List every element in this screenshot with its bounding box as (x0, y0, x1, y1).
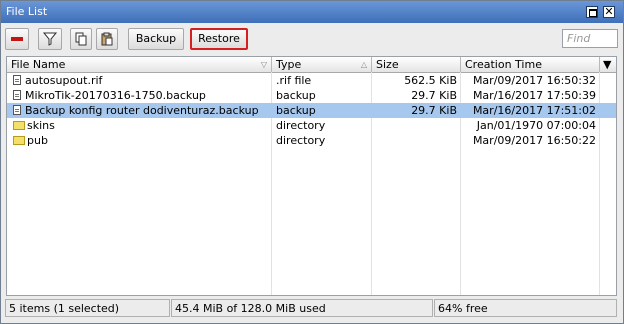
table-row-selected[interactable]: Backup konfig router dodiventuraz.backup… (7, 103, 616, 118)
table-row[interactable]: MikroTik-20170316-1750.backup backup 29.… (7, 88, 616, 103)
file-type: directory (276, 119, 326, 132)
window-title: File List (6, 5, 48, 18)
backup-button[interactable]: Backup (128, 28, 184, 50)
file-size (372, 118, 457, 133)
status-item-count: 5 items (1 selected) (5, 299, 170, 317)
column-menu-button[interactable]: ▼ (600, 57, 616, 72)
remove-icon (11, 37, 23, 41)
table-row[interactable]: skins directory Jan/01/1970 07:00:04 (7, 118, 616, 133)
file-icon (13, 75, 21, 85)
remove-button[interactable] (5, 28, 29, 50)
status-bar: 5 items (1 selected) 45.4 MiB of 128.0 M… (1, 299, 623, 317)
file-table: File Name ▽ Type △ Size Creation Time ▼ au… (6, 56, 617, 296)
table-header: File Name ▽ Type △ Size Creation Time ▼ (7, 57, 616, 73)
column-header-size[interactable]: Size (372, 57, 461, 72)
maximize-button[interactable] (586, 6, 598, 18)
column-header-creation-time[interactable]: Creation Time (461, 57, 600, 72)
close-icon: ✕ (604, 5, 614, 18)
find-input[interactable]: Find (562, 29, 618, 48)
file-creation-time: Mar/09/2017 16:50:32 (472, 74, 596, 87)
file-type: directory (276, 134, 326, 147)
file-creation-time: Mar/09/2017 16:50:22 (472, 134, 596, 147)
status-disk-free: 64% free (434, 299, 617, 317)
file-name: skins (27, 119, 55, 132)
file-name: autosupout.rif (25, 74, 103, 87)
close-button[interactable]: ✕ (603, 6, 615, 18)
column-header-type[interactable]: Type △ (272, 57, 372, 72)
filter-icon (42, 32, 58, 46)
paste-button[interactable] (96, 28, 118, 50)
table-row[interactable]: autosupout.rif .rif file 562.5 KiB Mar/0… (7, 73, 616, 88)
file-creation-time: Mar/16/2017 17:50:39 (472, 89, 596, 102)
file-icon (13, 90, 21, 100)
file-name: pub (27, 134, 48, 147)
file-size: 562.5 KiB (404, 74, 457, 87)
sort-ascending-icon: △ (360, 60, 367, 69)
column-header-file-name[interactable]: File Name ▽ (7, 57, 272, 72)
title-bar[interactable]: File List ✕ (1, 1, 623, 23)
file-size: 29.7 KiB (411, 104, 457, 117)
file-size: 29.7 KiB (411, 89, 457, 102)
sort-indicator-icon: ▽ (260, 60, 267, 69)
filter-button[interactable] (38, 28, 62, 50)
toolbar: Backup Restore Find (1, 23, 623, 55)
file-name: MikroTik-20170316-1750.backup (25, 89, 206, 102)
file-type: backup (276, 89, 316, 102)
file-name: Backup konfig router dodiventuraz.backup (25, 104, 259, 117)
copy-button[interactable] (70, 28, 92, 50)
file-creation-time: Jan/01/1970 07:00:04 (476, 119, 596, 132)
restore-button[interactable]: Restore (190, 28, 248, 50)
status-disk-used: 45.4 MiB of 128.0 MiB used (171, 299, 433, 317)
file-type: backup (276, 104, 316, 117)
folder-icon (13, 136, 25, 145)
file-size (372, 133, 457, 148)
folder-icon (13, 121, 25, 130)
copy-icon (75, 32, 87, 46)
file-type: .rif file (276, 74, 312, 87)
paste-icon (101, 32, 113, 46)
file-creation-time: Mar/16/2017 17:51:02 (472, 104, 596, 117)
file-icon (13, 105, 21, 115)
file-list-window: File List ✕ Backup Restore Find File Nam… (0, 0, 624, 324)
dropdown-arrow-icon: ▼ (603, 58, 612, 71)
table-row[interactable]: pub directory Mar/09/2017 16:50:22 (7, 133, 616, 148)
